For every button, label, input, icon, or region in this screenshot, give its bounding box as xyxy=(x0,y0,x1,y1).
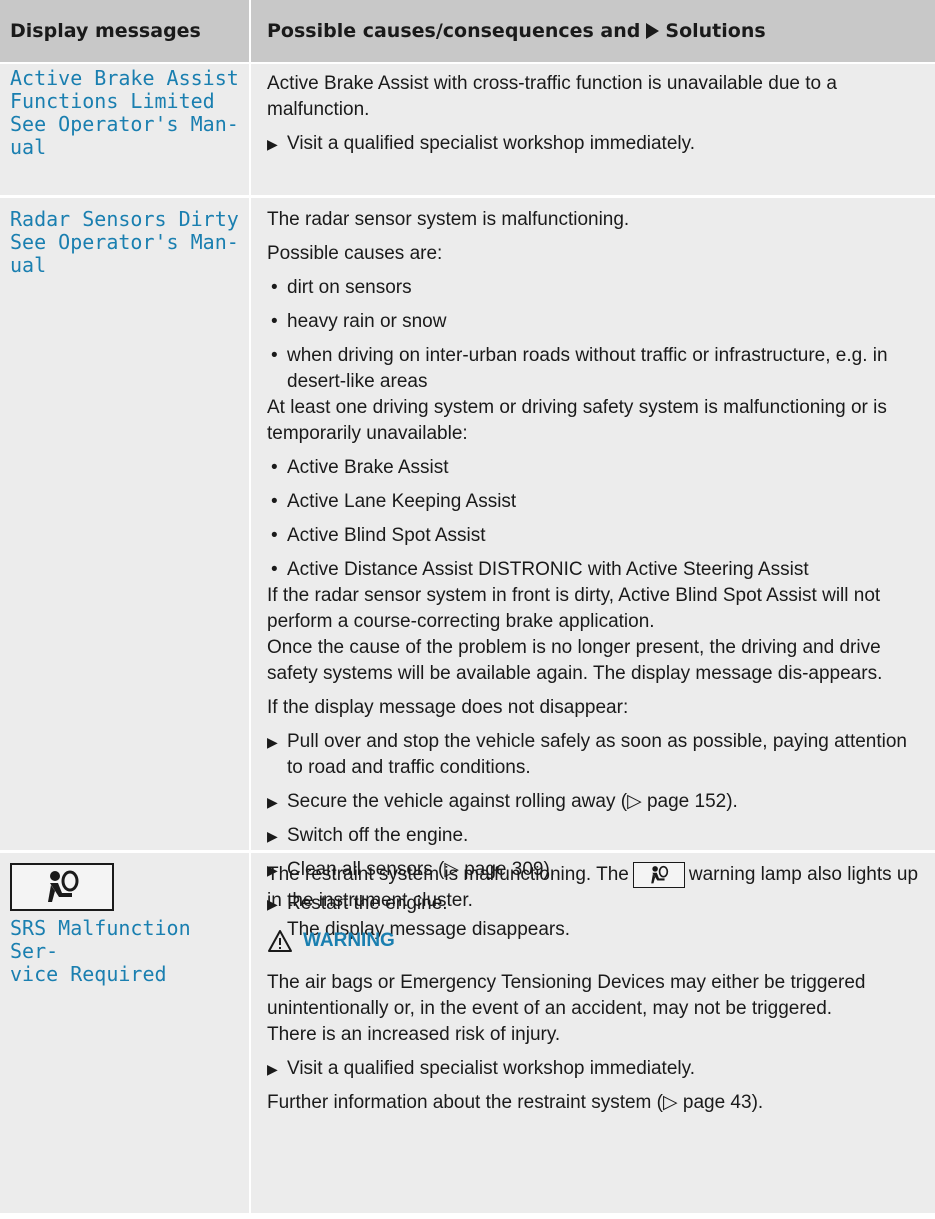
table-header: Display messages Possible causes/consequ… xyxy=(0,0,935,64)
solution-step: ▶ Switch off the engine. xyxy=(267,823,927,849)
solution-cell: Active Brake Assist with cross-traffic f… xyxy=(251,64,935,195)
table-row: SRS Malfunction Ser- vice Required The r… xyxy=(0,853,935,1213)
action-arrow-icon: ▶ xyxy=(267,734,278,750)
list-item: • when driving on inter-urban roads witho… xyxy=(271,345,888,392)
airbag-warning-icon xyxy=(632,862,685,888)
solution-step: ▶ Visit a qualified specialist workshop … xyxy=(267,1056,927,1082)
display-message-text: Active Brake Assist Functions Limited Se… xyxy=(10,66,239,159)
list-item: • heavy rain or snow xyxy=(271,311,447,332)
header-solutions-label: Solutions xyxy=(665,20,766,42)
reference-text: Further information about the restraint … xyxy=(267,1092,764,1113)
list-item: • Active Brake Assist xyxy=(271,457,449,478)
action-arrow-icon: ▶ xyxy=(267,1061,278,1077)
display-message-text: SRS Malfunction Ser- vice Required xyxy=(10,916,191,986)
consequence-text: The radar sensor system is malfunctionin… xyxy=(267,209,630,230)
warning-text: The air bags or Emergency Tensioning Dev… xyxy=(267,972,866,1019)
solution-step: ▶ Secure the vehicle against rolling away… xyxy=(267,789,927,815)
message-cell: SRS Malfunction Ser- vice Required xyxy=(0,853,251,1213)
header-causes-label: Possible causes/consequences and xyxy=(267,20,641,42)
solution-step: ▶ Visit a qualified specialist workshop … xyxy=(267,131,927,157)
action-arrow-icon xyxy=(646,23,660,39)
list-item: • Active Distance Assist DISTRONIC with A… xyxy=(271,559,809,580)
solution-cell: The radar sensor system is malfunctionin… xyxy=(251,198,935,940)
consequence-text: Active Brake Assist with cross-traffic f… xyxy=(267,73,837,120)
solution-step: ▶ Pull over and stop the vehicle safely a… xyxy=(267,729,927,781)
consequence-text: Once the cause of the problem is no long… xyxy=(267,637,883,684)
solution-step-text: Visit a qualified specialist workshop im… xyxy=(287,133,695,154)
action-arrow-icon: ▶ xyxy=(267,794,278,810)
consequence-text: If the radar sensor system in front is d… xyxy=(267,585,881,632)
warning-triangle-icon xyxy=(268,930,292,952)
action-arrow-icon: ▶ xyxy=(267,136,278,152)
display-message-text: Radar Sensors Dirty See Operator's Man- … xyxy=(10,207,239,277)
consequence-text: Possible causes are: xyxy=(267,243,443,264)
list-item: • Active Blind Spot Assist xyxy=(271,525,486,546)
warning-heading: WARNING xyxy=(267,928,927,954)
airbag-warning-icon xyxy=(10,863,114,911)
consequence-text: If the display message does not disappea… xyxy=(267,697,629,718)
table-row: Active Brake Assist Functions Limited Se… xyxy=(0,64,935,198)
consequence-text: The restraint system is malfunctioning. … xyxy=(267,862,919,911)
message-cell: Active Brake Assist Functions Limited Se… xyxy=(0,64,251,195)
solution-cell: The restraint system is malfunctioning. … xyxy=(251,853,935,1213)
message-cell: Radar Sensors Dirty See Operator's Man- … xyxy=(0,198,251,850)
warning-text: There is an increased risk of injury. xyxy=(267,1024,561,1045)
action-arrow-icon: ▶ xyxy=(267,828,278,844)
header-display-messages: Display messages xyxy=(0,0,251,62)
list-item: • Active Lane Keeping Assist xyxy=(271,491,517,512)
display-messages-table: Display messages Possible causes/consequ… xyxy=(0,0,935,1213)
consequence-text: At least one driving system or driving s… xyxy=(267,397,887,444)
table-row: Radar Sensors Dirty See Operator's Man- … xyxy=(0,198,935,940)
header-causes-solutions: Possible causes/consequences and Solutio… xyxy=(251,0,935,62)
list-item: • dirt on sensors xyxy=(271,277,412,298)
warning-title: WARNING xyxy=(303,930,395,951)
